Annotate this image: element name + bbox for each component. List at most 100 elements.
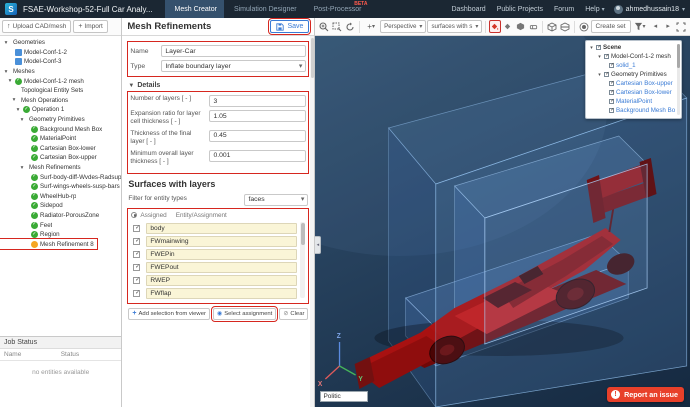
previous-view-icon[interactable]: ◂ — [650, 20, 662, 33]
tree-item[interactable]: ▾ Meshes — [0, 67, 121, 77]
assignment-entity-name[interactable]: FWmainwing — [146, 236, 297, 247]
fullscreen-icon[interactable] — [675, 20, 687, 33]
assignment-checkbox[interactable] — [133, 290, 140, 297]
scene-item[interactable]: ▾ Model-Conf-1-2 mesh — [589, 52, 675, 61]
tree-item[interactable]: Cartesian Box-lower — [0, 144, 121, 154]
app-logo[interactable]: S — [5, 3, 17, 15]
user-menu[interactable]: ahmedhussain18 ▾ — [614, 5, 685, 14]
tree-item[interactable]: Background Mesh Box — [0, 124, 121, 134]
tree-item[interactable]: MaterialPoint — [0, 134, 121, 144]
details-section-header[interactable]: ▼ Details — [128, 82, 308, 89]
assignment-entity-name[interactable]: FWEPin — [146, 249, 297, 260]
tree-item[interactable]: Radiator-PorousZone — [0, 211, 121, 221]
workbench-tab[interactable]: Mesh Creator — [165, 0, 224, 18]
table-scrollbar-thumb[interactable] — [301, 223, 305, 245]
scene-item-checkbox[interactable] — [604, 54, 609, 59]
report-issue-button[interactable]: ! Report an issue — [607, 387, 684, 402]
assignment-entity-name[interactable]: FWEPout — [146, 262, 297, 273]
parameter-input[interactable] — [209, 110, 306, 122]
parameter-input[interactable] — [209, 150, 306, 162]
paint-surface-icon[interactable] — [502, 20, 514, 33]
assigned-header-radio[interactable] — [131, 212, 137, 218]
tree-item[interactable]: ▾ Geometry Primitives — [0, 115, 121, 125]
scene-item-checkbox[interactable] — [609, 63, 614, 68]
tree-caret-icon[interactable]: ▾ — [3, 69, 9, 75]
eraser-icon[interactable] — [527, 20, 539, 33]
tree-item[interactable]: Region — [0, 230, 121, 240]
render-mode-select[interactable]: surfaces with s ▾ — [427, 20, 482, 33]
clear-button[interactable]: ⊘ Clear — [279, 308, 308, 320]
tree-caret-icon[interactable]: ▾ — [589, 45, 594, 51]
scene-item[interactable]: ▾ Geometry Primitives — [589, 70, 675, 79]
scene-checkbox[interactable] — [596, 45, 601, 50]
top-link[interactable]: Dashboard — [451, 6, 487, 13]
assignment-entity-name[interactable]: RWEP — [146, 275, 297, 286]
paint-volume-icon[interactable] — [515, 20, 527, 33]
assignment-entity-name[interactable]: body — [146, 223, 297, 234]
tree-caret-icon[interactable]: ▾ — [19, 165, 25, 171]
clip-plane-icon[interactable] — [559, 20, 571, 33]
upload-cad-button[interactable]: ↑ Upload CAD/mesh — [2, 20, 71, 33]
type-select[interactable]: Inflate boundary layer ▾ — [161, 60, 306, 72]
assignment-checkbox[interactable] — [133, 264, 140, 271]
tree-item[interactable]: Mesh Refinement 8 — [0, 239, 97, 249]
tree-caret-icon[interactable]: ▾ — [19, 117, 25, 123]
tree-item[interactable]: Model-Conf-1-2 — [0, 48, 121, 58]
isolate-icon[interactable] — [578, 20, 590, 33]
scene-item-checkbox[interactable] — [609, 108, 614, 113]
reset-view-icon[interactable] — [344, 20, 356, 33]
filter-select[interactable]: ▾ — [632, 20, 648, 33]
tree-item[interactable]: Model-Conf-3 — [0, 57, 121, 67]
tree-item[interactable]: ▾ Mesh Refinements — [0, 163, 121, 173]
add-selection-button[interactable]: + Add selection from viewer — [128, 308, 210, 320]
create-set-button[interactable]: Create set — [591, 20, 631, 33]
tree-item[interactable]: WheelHub-rp — [0, 192, 121, 202]
assignment-checkbox[interactable] — [133, 225, 140, 232]
tree-caret-icon[interactable]: ▾ — [597, 72, 602, 78]
tree-caret-icon[interactable]: ▾ — [15, 107, 21, 113]
scene-item[interactable]: Cartesian Box-lower — [589, 88, 675, 97]
assignment-checkbox[interactable] — [133, 238, 140, 245]
parameter-input[interactable] — [209, 95, 306, 107]
assignment-checkbox[interactable] — [133, 277, 140, 284]
tree-item[interactable]: Surf-body-diff-Wvdes-Radsup — [0, 172, 121, 182]
tree-caret-icon[interactable]: ▾ — [11, 97, 17, 103]
zoom-in-icon[interactable] — [318, 20, 330, 33]
tree-caret-icon[interactable]: ▾ — [3, 40, 9, 46]
scene-item[interactable]: MaterialPoint — [589, 97, 675, 106]
top-link[interactable]: Public Projects — [497, 6, 545, 13]
panel-scrollbar[interactable] — [310, 36, 314, 407]
import-button[interactable]: + Import — [73, 20, 108, 33]
top-link[interactable]: Help ▾ — [585, 6, 604, 13]
tree-caret-icon[interactable]: ▾ — [597, 54, 602, 60]
projection-select[interactable]: Perspective ▾ — [380, 20, 426, 33]
workbench-tab[interactable]: Simulation Designer — [224, 0, 304, 18]
highlight-faces-icon[interactable] — [489, 20, 501, 33]
tree-item[interactable]: ▾ Mesh Operations — [0, 96, 121, 106]
scene-item[interactable]: solid_1 — [589, 61, 675, 70]
next-view-icon[interactable]: ▸ — [662, 20, 674, 33]
scene-item-checkbox[interactable] — [609, 90, 614, 95]
zoom-window-icon[interactable] — [331, 20, 343, 33]
table-scrollbar[interactable] — [300, 222, 305, 298]
parameter-input[interactable] — [209, 130, 306, 142]
tree-item[interactable]: Sidepod — [0, 201, 121, 211]
name-input[interactable] — [161, 45, 306, 57]
workbench-tab[interactable]: Post-Processor BETA — [304, 0, 369, 18]
tree-item[interactable]: Surf-wings-wheels-susp-bars — [0, 182, 121, 192]
tree-item[interactable]: ▾ Model-Conf-1-2 mesh — [0, 76, 121, 86]
add-primitive-button[interactable]: + ▾ — [363, 20, 379, 33]
viewer-text-field[interactable] — [320, 391, 368, 402]
save-button[interactable]: Save — [270, 20, 309, 33]
select-assignment-button[interactable]: ◉ Select assignment — [213, 308, 276, 320]
scene-root-row[interactable]: ▾ Scene — [589, 43, 675, 52]
scene-item-checkbox[interactable] — [609, 81, 614, 86]
panel-collapse-handle[interactable]: ◂ — [315, 236, 321, 254]
tree-item[interactable]: Feet — [0, 220, 121, 230]
assignment-entity-name[interactable]: FWflap — [146, 288, 297, 299]
tree-item[interactable]: Topological Entity Sets — [0, 86, 121, 96]
entity-filter-select[interactable]: faces ▾ — [244, 194, 308, 206]
scene-item[interactable]: Background Mesh Box — [589, 106, 675, 115]
scene-item-checkbox[interactable] — [609, 99, 614, 104]
assignment-checkbox[interactable] — [133, 251, 140, 258]
